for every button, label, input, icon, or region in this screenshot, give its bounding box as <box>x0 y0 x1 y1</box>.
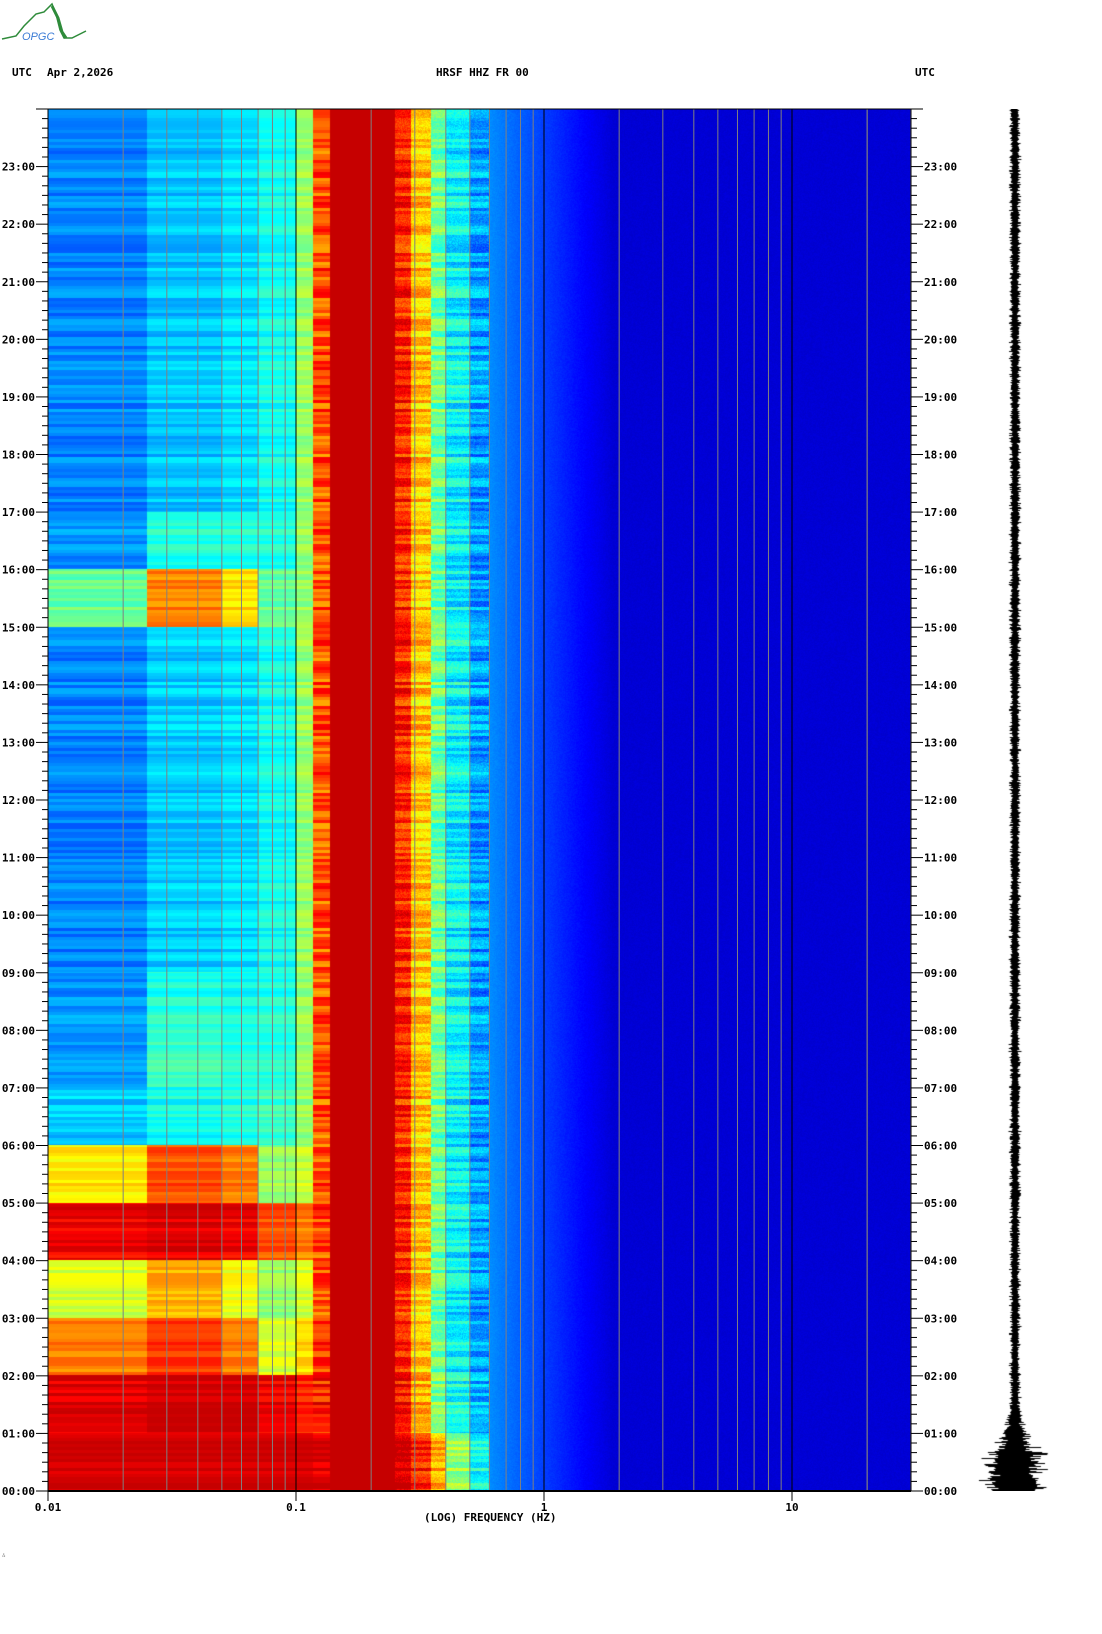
y-tick-label-right: 05:00 <box>924 1197 957 1210</box>
y-tick-label-left: 04:00 <box>2 1255 35 1268</box>
y-tick-label-right: 02:00 <box>924 1370 957 1383</box>
y-tick-label-left: 07:00 <box>2 1082 35 1095</box>
y-tick-label-right: 14:00 <box>924 679 957 692</box>
y-tick-label-left: 15:00 <box>2 621 35 634</box>
y-tick-label-left: 10:00 <box>2 909 35 922</box>
y-tick-label-right: 09:00 <box>924 967 957 980</box>
y-tick-label-right: 13:00 <box>924 736 957 749</box>
y-tick-label-left: 17:00 <box>2 506 35 519</box>
y-tick-label-right: 20:00 <box>924 333 957 346</box>
footer-mark: ∴ <box>2 1552 6 1559</box>
x-tick-label: 0.01 <box>35 1501 62 1514</box>
y-tick-label-left: 00:00 <box>2 1485 35 1498</box>
y-tick-label-left: 18:00 <box>2 449 35 462</box>
y-tick-label-left: 16:00 <box>2 564 35 577</box>
y-tick-label-right: 01:00 <box>924 1427 957 1440</box>
y-tick-label-right: 10:00 <box>924 909 957 922</box>
y-tick-label-right: 00:00 <box>924 1485 957 1498</box>
x-tick-label: 10 <box>785 1501 798 1514</box>
y-tick-label-right: 08:00 <box>924 1024 957 1037</box>
y-tick-label-left: 22:00 <box>2 218 35 231</box>
y-tick-label-right: 19:00 <box>924 391 957 404</box>
y-tick-label-left: 12:00 <box>2 794 35 807</box>
y-tick-label-left: 01:00 <box>2 1427 35 1440</box>
y-tick-label-right: 06:00 <box>924 1140 957 1153</box>
y-tick-label-right: 03:00 <box>924 1312 957 1325</box>
y-tick-label-right: 22:00 <box>924 218 957 231</box>
y-tick-label-right: 04:00 <box>924 1255 957 1268</box>
y-tick-label-left: 14:00 <box>2 679 35 692</box>
y-tick-label-left: 23:00 <box>2 161 35 174</box>
y-tick-label-right: 16:00 <box>924 564 957 577</box>
y-tick-label-left: 20:00 <box>2 333 35 346</box>
y-tick-label-right: 07:00 <box>924 1082 957 1095</box>
y-tick-label-left: 08:00 <box>2 1024 35 1037</box>
x-axis-label: (LOG) FREQUENCY (HZ) <box>424 1511 557 1524</box>
y-tick-label-left: 02:00 <box>2 1370 35 1383</box>
x-tick-label: 0.1 <box>286 1501 306 1514</box>
y-tick-label-right: 17:00 <box>924 506 957 519</box>
y-tick-label-right: 21:00 <box>924 276 957 289</box>
chart-axes: 00:00 00:00 01:00 01:00 02:00 02:00 03:00 03:00… <box>2 108 957 1514</box>
y-tick-label-right: 12:00 <box>924 794 957 807</box>
y-tick-label-left: 19:00 <box>2 391 35 404</box>
y-tick-label-left: 03:00 <box>2 1312 35 1325</box>
y-tick-label-right: 18:00 <box>924 449 957 462</box>
y-tick-label-right: 23:00 <box>924 161 957 174</box>
y-tick-label-left: 13:00 <box>2 736 35 749</box>
y-tick-label-right: 15:00 <box>924 621 957 634</box>
y-tick-label-left: 06:00 <box>2 1140 35 1153</box>
y-tick-label-left: 09:00 <box>2 967 35 980</box>
y-tick-label-left: 05:00 <box>2 1197 35 1210</box>
y-tick-label-left: 11:00 <box>2 852 35 865</box>
y-tick-label-left: 21:00 <box>2 276 35 289</box>
y-tick-label-right: 11:00 <box>924 852 957 865</box>
